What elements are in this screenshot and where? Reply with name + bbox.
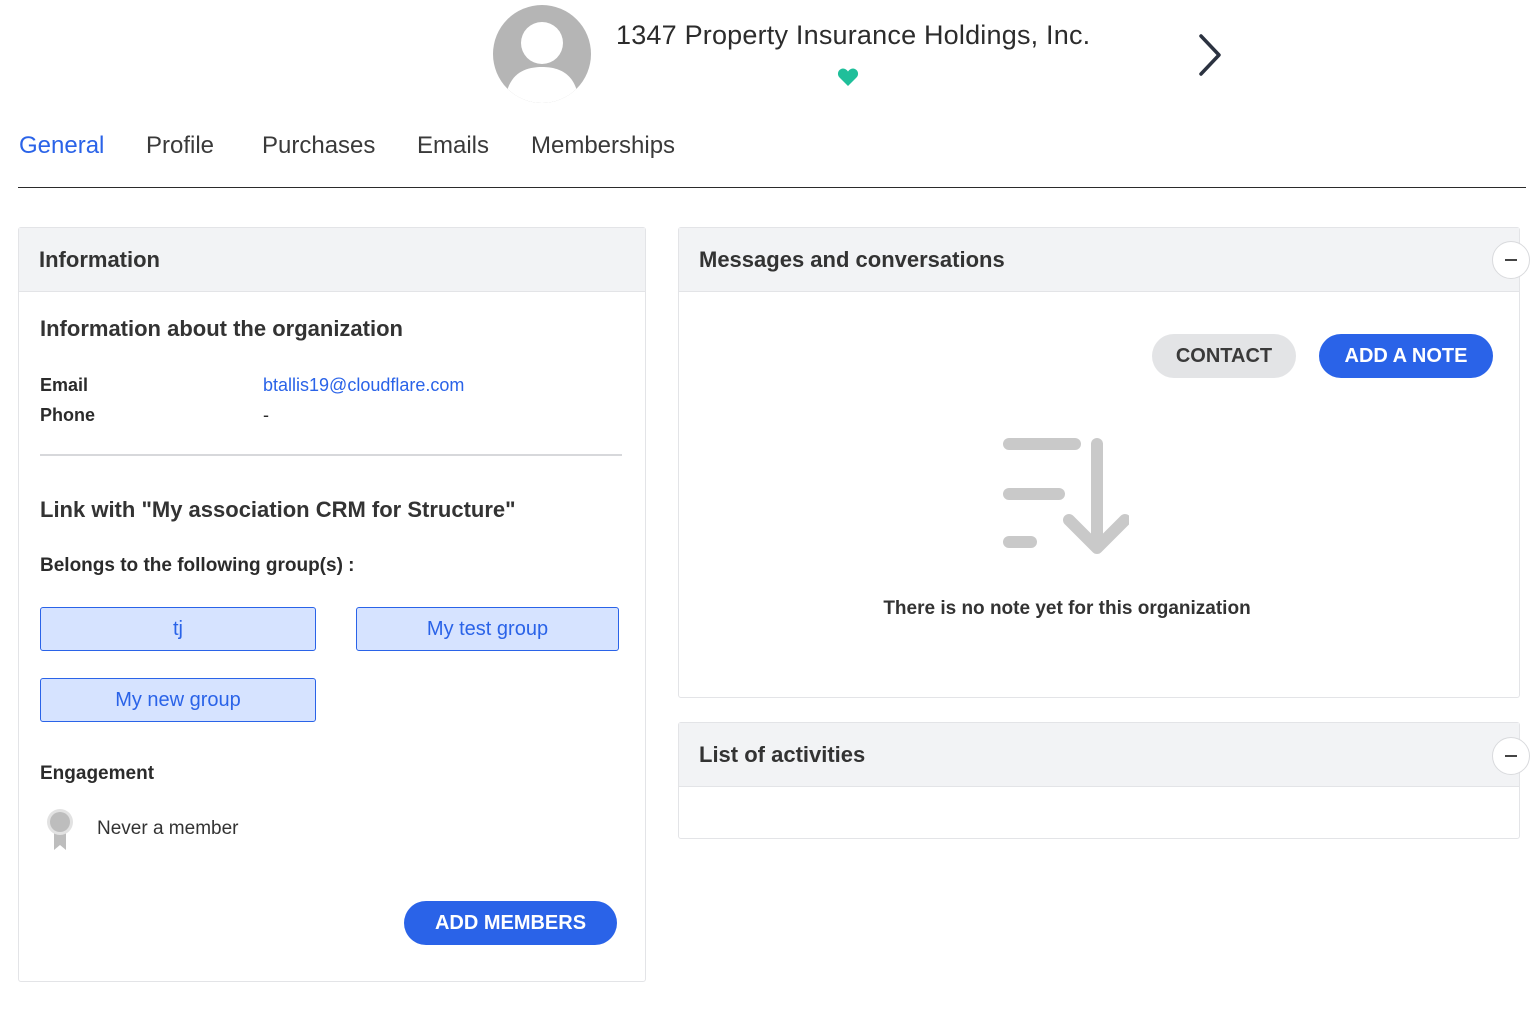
about-organization-title: Information about the organization	[40, 316, 403, 341]
add-members-button[interactable]: ADD MEMBERS	[404, 901, 617, 945]
group-chip-tj[interactable]: tj	[40, 607, 316, 651]
user-silhouette-icon	[505, 22, 579, 103]
engagement-label: Engagement	[40, 763, 155, 784]
activities-panel: List of activities	[678, 722, 1520, 839]
chevron-right-icon[interactable]	[1192, 30, 1228, 80]
phone-label: Phone	[40, 405, 96, 425]
tab-profile[interactable]: Profile	[146, 132, 214, 160]
organization-name: 1347 Property Insurance Holdings, Inc.	[616, 20, 1091, 50]
tab-general[interactable]: General	[19, 132, 104, 160]
link-title: Link with "My association CRM for Struct…	[40, 497, 516, 522]
phone-value: -	[263, 405, 269, 425]
email-link[interactable]: btallis19@cloudflare.com	[263, 375, 464, 396]
minus-icon	[1505, 755, 1517, 757]
heart-icon[interactable]	[837, 67, 859, 87]
empty-notes-message: There is no note yet for this organizati…	[883, 598, 1251, 619]
tab-emails[interactable]: Emails	[417, 132, 489, 160]
tab-memberships[interactable]: Memberships	[531, 132, 675, 160]
section-divider	[40, 454, 622, 456]
engagement-status: Never a member	[97, 818, 239, 839]
collapse-messages-button[interactable]	[1492, 241, 1530, 279]
tabs-divider	[18, 187, 1526, 188]
messages-panel: Messages and conversations CONTACT ADD A…	[678, 227, 1520, 698]
information-panel-title: Information	[19, 228, 645, 292]
activities-panel-title: List of activities	[679, 723, 1519, 787]
award-ribbon-icon	[47, 809, 73, 850]
collapse-activities-button[interactable]	[1492, 737, 1530, 775]
add-note-button[interactable]: ADD A NOTE	[1319, 334, 1493, 378]
contact-button[interactable]: CONTACT	[1152, 334, 1296, 378]
sort-descending-icon	[1003, 438, 1129, 554]
group-chip-my-test-group[interactable]: My test group	[356, 607, 619, 651]
groups-label: Belongs to the following group(s) :	[40, 555, 355, 576]
information-panel: Information Information about the organi…	[18, 227, 646, 982]
group-chip-my-new-group[interactable]: My new group	[40, 678, 316, 722]
tab-purchases[interactable]: Purchases	[262, 132, 375, 160]
email-label: Email	[40, 375, 89, 395]
avatar	[493, 5, 591, 103]
messages-panel-title: Messages and conversations	[679, 228, 1519, 292]
minus-icon	[1505, 259, 1517, 261]
